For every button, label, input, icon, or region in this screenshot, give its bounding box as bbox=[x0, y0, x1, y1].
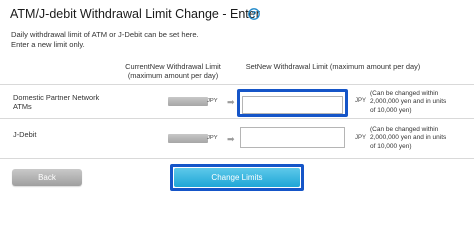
column-header-new: SetNew Withdrawal Limit (maximum amount … bbox=[245, 62, 421, 71]
current-limit-masked-value bbox=[168, 97, 208, 106]
svg-text:?: ? bbox=[252, 10, 257, 19]
withdrawal-limit-page: ATM/J-debit Withdrawal Limit Change - En… bbox=[0, 0, 474, 203]
row-label-domestic-atm: Domestic Partner Network ATMs bbox=[13, 93, 100, 111]
current-limit-unit: JPY bbox=[207, 135, 218, 141]
new-limit-atm-input[interactable] bbox=[242, 95, 343, 114]
arrow-right-icon: ➡ bbox=[227, 134, 235, 144]
divider bbox=[0, 84, 474, 85]
change-limits-button[interactable]: Change Limits bbox=[174, 168, 300, 187]
page-title: ATM/J-debit Withdrawal Limit Change - En… bbox=[10, 7, 260, 21]
divider bbox=[0, 118, 474, 119]
current-limit-masked-value bbox=[168, 134, 208, 143]
new-limit-unit: JPY bbox=[355, 135, 367, 141]
limit-note: (Can be changed within 2,000,000 yen and… bbox=[370, 126, 447, 150]
description-line: Daily withdrawal limit of ATM or J-Debit… bbox=[11, 30, 199, 39]
new-limit-jdebit-wrapper bbox=[240, 127, 345, 148]
back-button[interactable]: Back bbox=[12, 169, 82, 186]
divider bbox=[0, 158, 474, 159]
new-limit-atm-highlight bbox=[237, 89, 348, 117]
change-limits-highlight: Change Limits bbox=[170, 164, 304, 191]
new-limit-unit: JPY bbox=[355, 98, 367, 104]
row-label-j-debit: J-Debit bbox=[13, 130, 37, 139]
new-limit-jdebit-input[interactable] bbox=[240, 127, 345, 148]
arrow-right-icon: ➡ bbox=[227, 97, 235, 107]
question-circle-icon[interactable]: ? bbox=[248, 8, 260, 20]
limit-note: (Can be changed within 2,000,000 yen and… bbox=[370, 90, 447, 114]
current-limit-unit: JPY bbox=[207, 98, 218, 104]
description-line: Enter a new limit only. bbox=[11, 40, 85, 49]
column-header-current: CurrentNew Withdrawal Limit (maximum amo… bbox=[125, 62, 221, 80]
